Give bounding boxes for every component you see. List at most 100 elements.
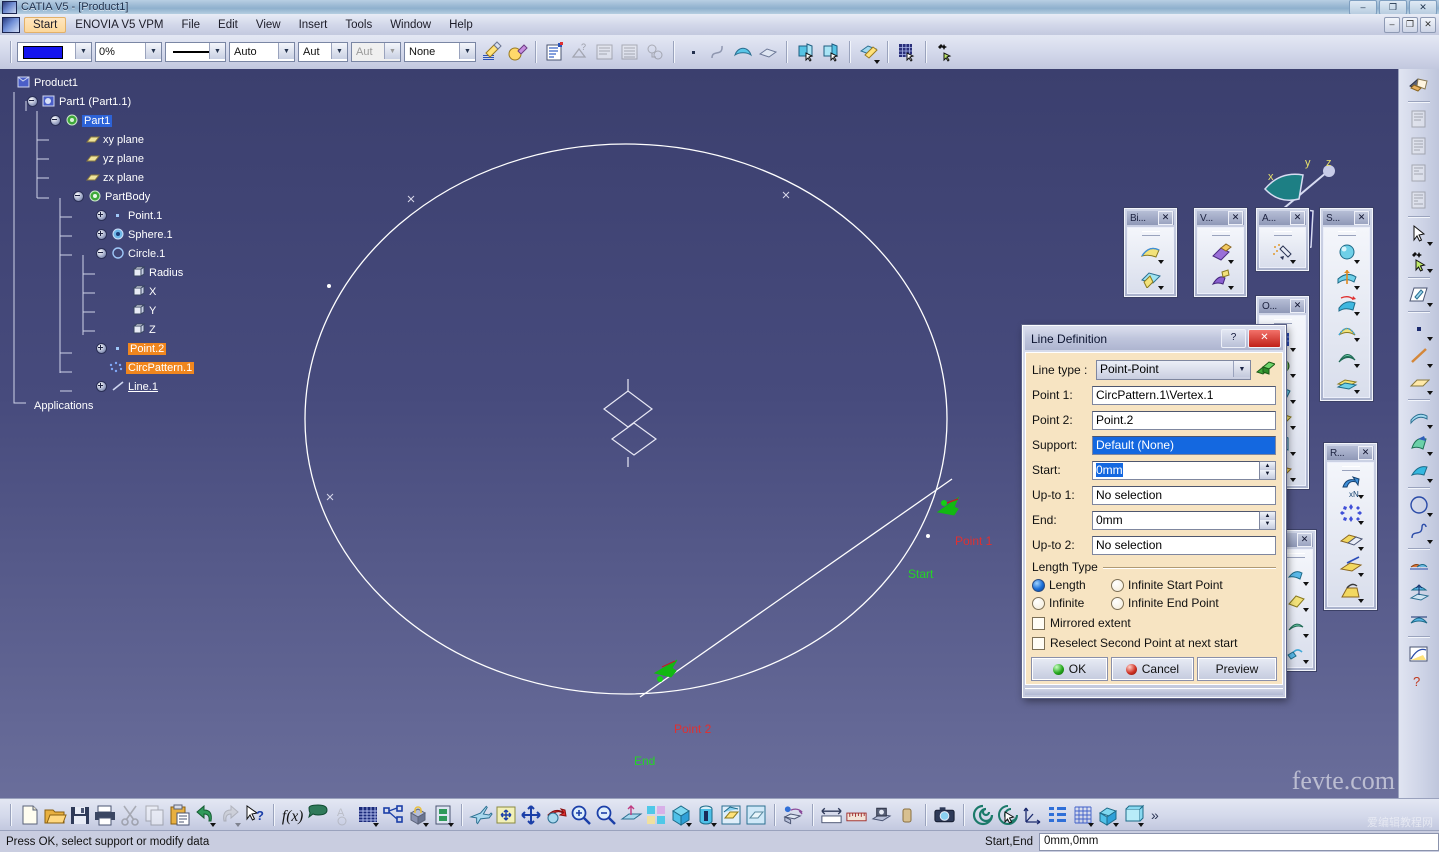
tree-collapse-icon[interactable] [27, 96, 38, 107]
select-icon[interactable] [1404, 220, 1434, 247]
paste-icon[interactable] [167, 803, 192, 828]
line-icon[interactable] [1404, 342, 1434, 369]
fill-surf-icon[interactable] [1333, 317, 1361, 343]
comment-icon[interactable] [305, 803, 330, 828]
menu-item-tools[interactable]: Tools [336, 17, 381, 33]
line-type-preview-icon[interactable] [1254, 360, 1276, 380]
palette-grip[interactable] [1341, 466, 1360, 471]
window-minimize-button[interactable]: – [1349, 0, 1377, 15]
save-icon[interactable] [67, 803, 92, 828]
tree-collapse-icon[interactable] [73, 191, 84, 202]
ok-button[interactable]: OK [1032, 658, 1107, 680]
support-field[interactable]: Default (None) [1092, 435, 1276, 455]
tree-expand-icon[interactable] [96, 343, 107, 354]
undo-icon[interactable] [192, 803, 217, 828]
end-stepper-down[interactable]: ▼ [1260, 520, 1275, 529]
zoom-in-icon[interactable] [568, 803, 593, 828]
point-icon[interactable] [1404, 315, 1434, 342]
chevron-down-icon[interactable]: ▼ [1233, 361, 1250, 377]
specification-tree[interactable]: Product1 Part1 (Part1.1) Part1 xy plane yz p… [4, 73, 204, 415]
apply-dress-up-icon[interactable] [1269, 239, 1297, 265]
blend-surf-icon[interactable] [1333, 343, 1361, 369]
magic-wand-icon[interactable] [932, 40, 957, 65]
menu-item-insert[interactable]: Insert [290, 17, 337, 33]
upto2-field[interactable]: No selection [1092, 535, 1276, 555]
render-style-icon[interactable] [693, 803, 718, 828]
new-icon[interactable] [17, 803, 42, 828]
print-icon[interactable] [92, 803, 117, 828]
fly-icon[interactable] [468, 803, 493, 828]
tree-node-y[interactable]: Y [4, 301, 204, 320]
layer-combo[interactable]: None ▼ [404, 42, 476, 62]
end-stepper[interactable]: ▲ ▼ [1260, 510, 1276, 530]
select-face-icon[interactable] [793, 40, 818, 65]
manipulate-icon[interactable] [995, 803, 1020, 828]
split-icon[interactable] [1404, 606, 1434, 633]
radio-infinite-end-point[interactable] [1111, 596, 1124, 610]
open-surface-icon[interactable] [1404, 71, 1434, 98]
menu-item-window[interactable]: Window [381, 17, 440, 33]
mdi-restore-button[interactable]: ❐ [1402, 17, 1418, 33]
magic-wand-icon[interactable] [1404, 247, 1434, 274]
tree-expand-icon[interactable] [96, 381, 107, 392]
whats-this-icon[interactable]: ? [242, 803, 267, 828]
sphere-surf-icon[interactable] [1333, 239, 1361, 265]
surf4-icon[interactable] [1282, 639, 1310, 665]
join-icon[interactable] [1404, 552, 1434, 579]
mdi-minimize-button[interactable]: – [1384, 17, 1400, 33]
tree-expand-icon[interactable] [96, 210, 107, 221]
start-stepper[interactable]: ▲ ▼ [1260, 460, 1276, 480]
open-icon[interactable] [42, 803, 67, 828]
palette-grip[interactable] [1337, 231, 1356, 236]
floating-toolbar-r[interactable]: R... ✕ xN [1324, 443, 1377, 610]
palette-title-bar[interactable]: O... ✕ [1259, 299, 1306, 313]
palette-title-bar[interactable]: Bi... ✕ [1127, 211, 1174, 225]
normal-view-icon[interactable] [618, 803, 643, 828]
floating-toolbar-v[interactable]: V... ✕ [1194, 208, 1247, 297]
measure-item-icon[interactable] [844, 803, 869, 828]
upto1-field[interactable]: No selection [1092, 485, 1276, 505]
chevron-down-icon[interactable]: ▼ [75, 43, 91, 59]
rotate-xn-icon[interactable]: xN [1337, 474, 1365, 500]
end-field[interactable]: 0mm [1092, 510, 1260, 530]
window-close-button[interactable]: ✕ [1409, 0, 1437, 15]
preview-button[interactable]: Preview [1198, 658, 1276, 680]
translate-icon[interactable] [1337, 552, 1365, 578]
palette-title-bar[interactable]: R... ✕ [1327, 446, 1374, 460]
fill-icon[interactable] [1137, 265, 1165, 291]
end-stepper-up[interactable]: ▲ [1260, 511, 1275, 520]
rotate-icon[interactable] [543, 803, 568, 828]
highlight-icon[interactable] [504, 40, 529, 65]
cancel-button[interactable]: Cancel [1111, 658, 1193, 680]
properties-icon[interactable] [542, 40, 567, 65]
extrude-icon[interactable] [1404, 403, 1434, 430]
mirrored-extent-checkbox[interactable] [1032, 616, 1045, 630]
menu-item-edit[interactable]: Edit [209, 17, 247, 33]
status-start-end-value[interactable]: 0mm,0mm [1039, 832, 1439, 851]
menu-item-start[interactable]: Start [24, 16, 67, 33]
start-field[interactable]: 0mm [1092, 460, 1260, 480]
surf1-icon[interactable] [1282, 561, 1310, 587]
tree-node-zx-plane[interactable]: zx plane [4, 168, 204, 187]
floating-toolbar-s[interactable]: S... ✕ [1320, 208, 1373, 401]
sweep-surf-icon[interactable] [1333, 291, 1361, 317]
table-icon[interactable] [355, 803, 380, 828]
knowledge-icon[interactable] [380, 803, 405, 828]
extrude-icon[interactable] [755, 40, 780, 65]
pan-icon[interactable] [518, 803, 543, 828]
tree-node-circle-1[interactable]: Circle.1 [4, 244, 204, 263]
work-on-support-icon[interactable] [1095, 803, 1120, 828]
tree-node-partbody[interactable]: PartBody [4, 187, 204, 206]
dialog-resize-grip[interactable] [1025, 688, 1283, 695]
menu-item-file[interactable]: File [173, 17, 210, 33]
scaling-icon[interactable] [1337, 578, 1365, 604]
palette-title-bar[interactable]: S... ✕ [1323, 211, 1370, 225]
tree-node-line-1[interactable]: Line.1 [4, 377, 204, 396]
tree-node-part1[interactable]: Part1 [4, 111, 204, 130]
surface-fill-icon[interactable] [730, 40, 755, 65]
turn-icon[interactable] [970, 803, 995, 828]
revolve-icon[interactable] [1404, 430, 1434, 457]
lock-icon[interactable] [405, 803, 430, 828]
more-icon[interactable]: ? [1404, 667, 1434, 694]
render-style-combo[interactable]: Aut ▼ [298, 42, 348, 62]
